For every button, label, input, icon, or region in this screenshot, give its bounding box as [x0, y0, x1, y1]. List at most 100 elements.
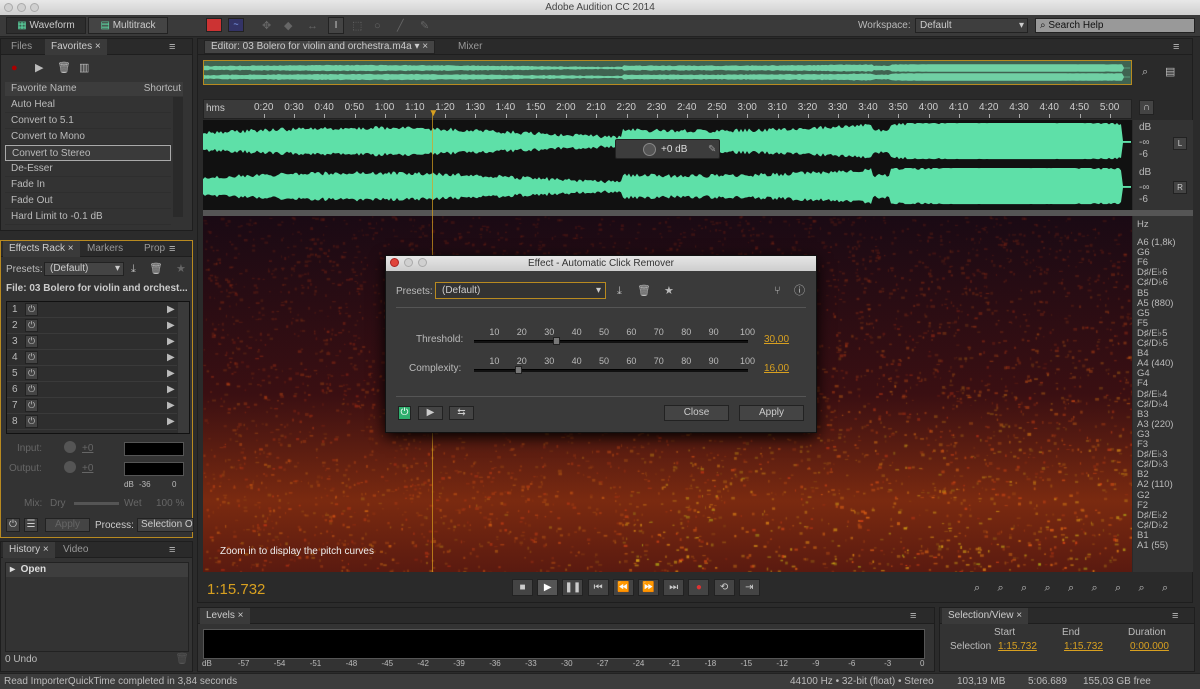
- spectral-pitch-display-button[interactable]: ~: [228, 18, 244, 32]
- tab-favorites[interactable]: Favorites ×: [45, 39, 107, 55]
- overview-viewport[interactable]: [204, 61, 1131, 84]
- fast-forward-button[interactable]: ⏩: [638, 579, 659, 596]
- rack-slot[interactable]: 8 ⏻ ▶: [7, 414, 177, 430]
- history-item-open[interactable]: ▸ Open: [6, 563, 188, 577]
- favorite-item[interactable]: Convert to 5.1: [5, 113, 171, 129]
- go-to-end-button[interactable]: ⏭: [663, 579, 684, 596]
- threshold-value[interactable]: 30,00: [764, 334, 789, 345]
- loop-preview-button[interactable]: ⇆: [449, 406, 474, 420]
- panel-menu-icon[interactable]: ≡: [1172, 610, 1178, 622]
- rack-slot[interactable]: 6 ⏻ ▶: [7, 382, 177, 398]
- slot-menu-arrow-icon[interactable]: ▶: [167, 368, 175, 379]
- rack-scrollbar[interactable]: [178, 302, 189, 433]
- stop-button[interactable]: ■: [512, 579, 533, 596]
- complexity-slider-thumb[interactable]: [515, 366, 522, 374]
- dialog-minimize-dot[interactable]: [404, 258, 413, 267]
- complexity-value[interactable]: 16,00: [764, 363, 789, 374]
- complexity-slider[interactable]: [474, 369, 748, 372]
- tab-selection-view[interactable]: Selection/View ×: [942, 608, 1028, 624]
- delete-preset-icon[interactable]: 🗑: [149, 263, 163, 275]
- save-preset-icon[interactable]: ⤓: [617, 285, 622, 297]
- zoom-fit-icon[interactable]: ⌕: [1142, 66, 1148, 78]
- favorite-item[interactable]: Convert to Mono: [5, 129, 171, 145]
- move-tool-icon[interactable]: ✥: [262, 20, 271, 32]
- search-help-input[interactable]: ⌕ Search Help: [1035, 18, 1195, 33]
- delete-preset-icon[interactable]: 🗑: [637, 285, 651, 297]
- snap-magnet-button[interactable]: ∩: [1139, 100, 1154, 115]
- slip-tool-icon[interactable]: ↔: [307, 20, 318, 32]
- threshold-slider[interactable]: [474, 340, 748, 343]
- spot-healing-tool-icon[interactable]: ✎: [420, 20, 429, 32]
- rack-slot[interactable]: 1 ⏻ ▶: [7, 302, 177, 318]
- spectral-frequency-display-button[interactable]: [206, 18, 222, 32]
- go-to-start-button[interactable]: ⏮: [588, 579, 609, 596]
- close-window-button[interactable]: [4, 3, 13, 12]
- slot-menu-arrow-icon[interactable]: ▶: [167, 400, 175, 411]
- zoom-in-start-icon[interactable]: ⌕: [1139, 582, 1145, 594]
- tab-properties[interactable]: Prop: [138, 241, 171, 257]
- slot-menu-arrow-icon[interactable]: ▶: [167, 384, 175, 395]
- info-icon[interactable]: ⓘ: [794, 285, 805, 297]
- rewind-button[interactable]: ⏪: [613, 579, 634, 596]
- tab-levels[interactable]: Levels ×: [200, 608, 250, 624]
- threshold-slider-thumb[interactable]: [553, 337, 560, 345]
- gain-value[interactable]: +0 dB: [661, 144, 687, 155]
- tab-mixer[interactable]: Mixer: [452, 39, 488, 55]
- workspace-dropdown[interactable]: Default ▾: [915, 18, 1028, 33]
- dialog-close-button[interactable]: Close: [664, 405, 729, 421]
- rack-presets-dropdown[interactable]: (Default) ▾: [44, 262, 124, 276]
- slot-power-icon[interactable]: ⏻: [25, 351, 38, 364]
- save-preset-icon[interactable]: ⤓: [131, 263, 136, 275]
- record-button[interactable]: ●: [688, 579, 709, 596]
- slot-power-icon[interactable]: ⏻: [25, 303, 38, 316]
- zoom-out-amplitude-icon[interactable]: ⌕: [998, 582, 1004, 594]
- zoom-full-icon[interactable]: ⌕: [1092, 582, 1098, 594]
- col-shortcut[interactable]: Shortcut: [144, 82, 181, 96]
- tab-effects-rack[interactable]: Effects Rack ×: [3, 241, 80, 257]
- panel-menu-icon[interactable]: ≡: [169, 41, 175, 53]
- rack-slot[interactable]: 5 ⏻ ▶: [7, 366, 177, 382]
- slot-power-icon[interactable]: ⏻: [25, 367, 38, 380]
- pin-icon[interactable]: ✎: [708, 144, 716, 155]
- effect-power-button[interactable]: ⏻: [398, 406, 411, 420]
- dialog-apply-button[interactable]: Apply: [739, 405, 804, 421]
- multitrack-view-button[interactable]: ▤ Multitrack: [88, 17, 168, 34]
- zoom-in-amplitude-icon[interactable]: ⌕: [974, 582, 980, 594]
- rack-list-icon[interactable]: ☰: [24, 518, 38, 532]
- favorites-scrollbar[interactable]: [173, 97, 183, 217]
- favorite-item[interactable]: Auto Heal: [5, 97, 171, 113]
- razor-tool-icon[interactable]: ◆: [284, 20, 292, 32]
- zoom-reset-icon[interactable]: ⌕: [1021, 582, 1027, 594]
- lasso-tool-icon[interactable]: ○: [374, 20, 381, 32]
- slot-power-icon[interactable]: ⏻: [25, 415, 38, 428]
- panel-menu-icon[interactable]: ≡: [910, 610, 916, 622]
- favorite-star-icon[interactable]: ★: [176, 263, 186, 275]
- dialog-close-dot[interactable]: [390, 258, 399, 267]
- zoom-in-end-icon[interactable]: ⌕: [1162, 582, 1168, 594]
- channel-r-button[interactable]: R: [1173, 181, 1187, 194]
- preview-play-button[interactable]: ▶: [418, 406, 443, 420]
- play-button[interactable]: ▶: [537, 579, 558, 596]
- tab-history[interactable]: History ×: [3, 542, 55, 558]
- selection-start[interactable]: 1:15.732: [998, 641, 1037, 652]
- delete-history-icon[interactable]: 🗑: [175, 653, 189, 665]
- dialog-zoom-dot[interactable]: [418, 258, 427, 267]
- zoom-in-icon[interactable]: ⌕: [1045, 582, 1051, 594]
- waveform-view-button[interactable]: ▦ Waveform: [6, 17, 86, 34]
- delete-favorite-icon[interactable]: 🗑: [57, 62, 71, 74]
- slot-power-icon[interactable]: ⏻: [25, 319, 38, 332]
- slot-menu-arrow-icon[interactable]: ▶: [167, 352, 175, 363]
- favorite-item[interactable]: De-Esser: [5, 161, 171, 177]
- slot-menu-arrow-icon[interactable]: ▶: [167, 416, 175, 427]
- mix-value[interactable]: 100 %: [156, 498, 184, 509]
- slot-menu-arrow-icon[interactable]: ▶: [167, 304, 175, 315]
- minimize-window-button[interactable]: [17, 3, 26, 12]
- input-knob[interactable]: [64, 441, 76, 453]
- zoom-window-button[interactable]: [30, 3, 39, 12]
- dialog-presets-dropdown[interactable]: (Default) ▾: [435, 282, 606, 299]
- favorite-star-icon[interactable]: ★: [664, 285, 674, 297]
- mix-slider[interactable]: [74, 502, 119, 505]
- slot-power-icon[interactable]: ⏻: [25, 335, 38, 348]
- favorite-item[interactable]: Convert to Stereo: [5, 145, 171, 161]
- edit-favorite-icon[interactable]: ▥: [79, 62, 89, 74]
